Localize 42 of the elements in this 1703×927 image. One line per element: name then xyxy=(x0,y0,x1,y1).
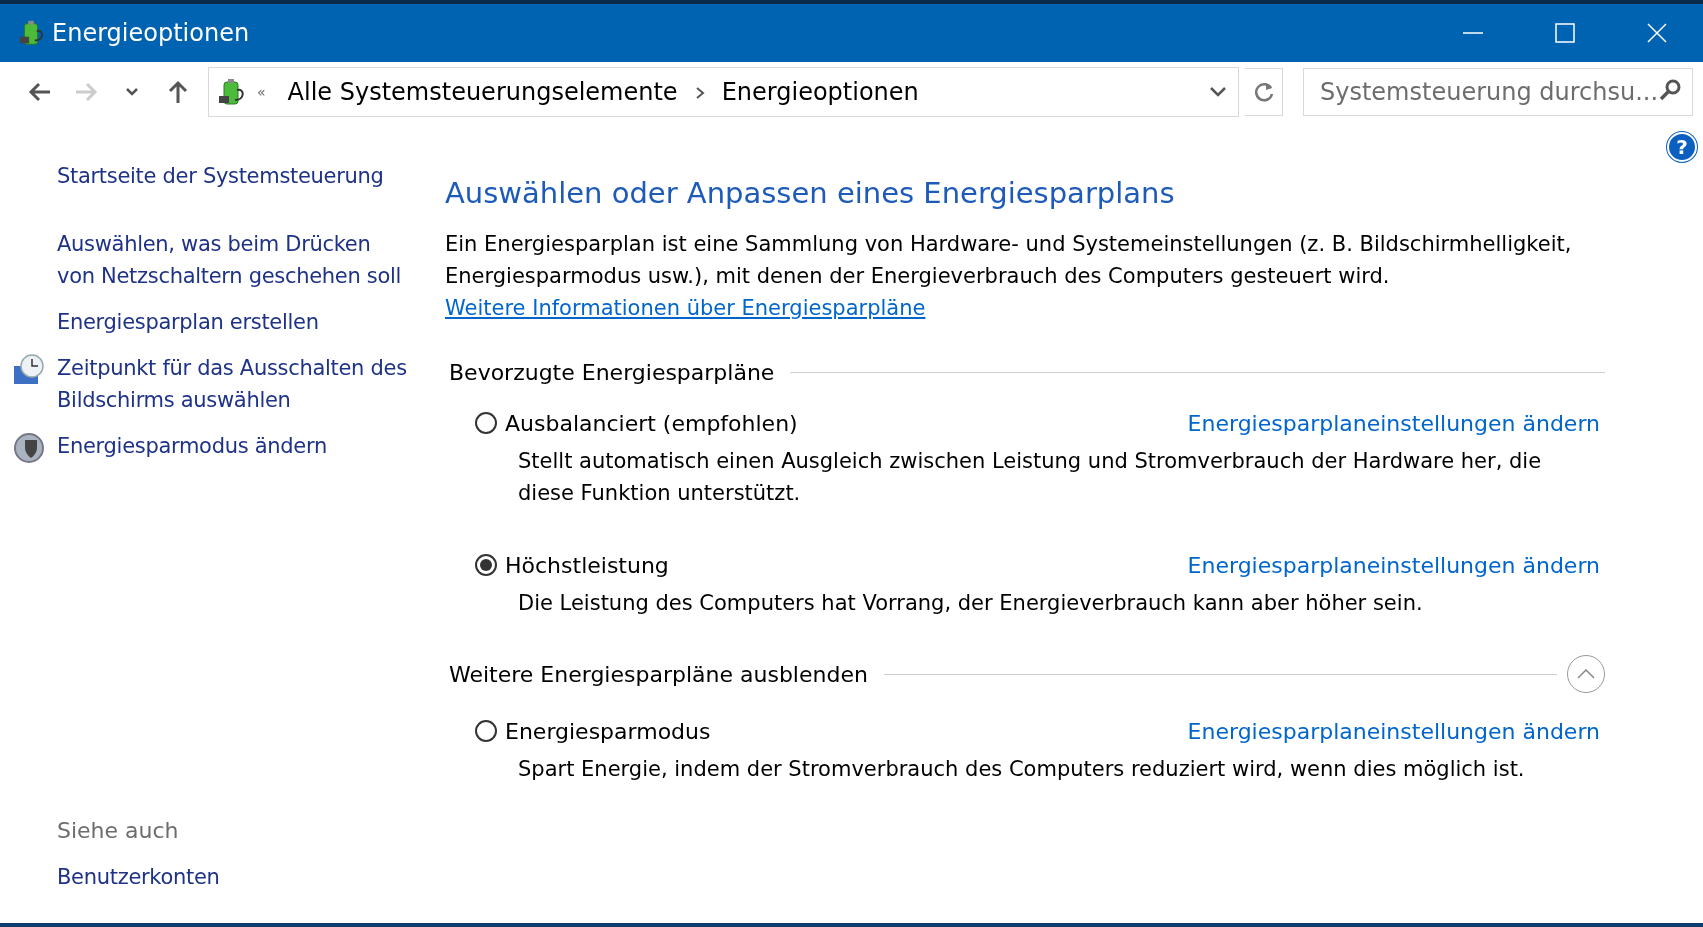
radio-button[interactable] xyxy=(475,554,497,576)
maximize-icon[interactable] xyxy=(1554,22,1576,44)
plan-description: Die Leistung des Computers hat Vorrang, der Energieverbrauch kann aber höher sein. xyxy=(517,590,1424,617)
radio-button[interactable] xyxy=(475,412,497,434)
collapse-button[interactable] xyxy=(1567,655,1605,693)
sidebar-link[interactable]: Zeitpunkt für das Ausschalten des Bildschirms auswählen xyxy=(57,352,407,416)
caret-icon[interactable] xyxy=(1209,86,1227,98)
help-button[interactable]: ? xyxy=(1667,132,1697,162)
breadcrumb[interactable]: Energieoptionen xyxy=(715,78,925,106)
sidebar-link[interactable]: Energiesparmodus ändern xyxy=(57,430,407,462)
refresh-button[interactable] xyxy=(1245,68,1283,116)
sidebar-link[interactable]: Auswählen, was beim Drücken von Netzschaltern geschehen soll xyxy=(57,228,407,292)
plan-name: Höchstleistung xyxy=(505,552,670,578)
shield-icon xyxy=(12,432,45,464)
sidebar-link[interactable]: Startseite der Systemsteuerung xyxy=(57,160,407,192)
group-title: Weitere Energiesparpläne ausblenden xyxy=(448,661,868,687)
close-icon[interactable] xyxy=(1646,22,1668,44)
chevron-up-icon[interactable] xyxy=(1577,669,1595,679)
plan-name: Ausbalanciert (empfohlen) xyxy=(505,410,799,436)
plan-description: Spart Energie, indem der Stromverbrauch des Computers reduziert wird, wenn dies möglich ist. xyxy=(517,756,1526,783)
intro-paragraph: Ein Energiesparplan ist eine Sammlung von Hardware- und Systemeinstellungen (z. B. Bildschirmhelligkeit, Energiesparmodus usw.), mit denen der Energieverbrauch des Computers gesteuert wird. Weitere Informationen über Energiesparpläne xyxy=(445,231,1573,322)
search-field[interactable]: Systemsteuerung durchsu... xyxy=(1303,68,1693,116)
page-heading: Auswählen oder Anpassen eines Energiesparplans xyxy=(445,176,1176,210)
radio-button[interactable] xyxy=(475,720,497,742)
overflow-chevron[interactable]: « xyxy=(257,84,266,100)
breadcrumb[interactable]: Alle Systemsteuerungselemente xyxy=(281,78,684,106)
more-info-link[interactable]: Weitere Informationen über Energiesparpläne xyxy=(445,296,926,320)
clock-icon xyxy=(12,354,45,386)
window-title: Energieoptionen xyxy=(52,19,251,47)
group-title: Bevorzugte Energiesparpläne xyxy=(448,360,775,385)
back-arrow-icon[interactable] xyxy=(28,82,52,102)
address-bar[interactable]: « Alle Systemsteuerungselemente Energieoptionen xyxy=(208,67,1239,117)
plan-description: Stellt automatisch einen Ausgleich zwischen Leistung und Stromverbrauch der Hardware her, die diese Funktion unterstützt. xyxy=(517,448,1543,507)
plan-settings-link[interactable]: Energiesparplaneinstellungen ändern xyxy=(1187,552,1600,578)
section-heading: Siehe auch xyxy=(57,818,180,843)
sidebar-link[interactable]: Energiesparplan erstellen xyxy=(57,306,407,338)
sidebar-link[interactable]: Benutzerkonten xyxy=(57,865,220,889)
up-arrow-icon[interactable] xyxy=(168,80,188,104)
plan-name: Energiesparmodus xyxy=(505,718,712,744)
caret-icon[interactable] xyxy=(125,87,139,97)
plan-settings-link[interactable]: Energiesparplaneinstellungen ändern xyxy=(1187,718,1600,744)
plan-settings-link[interactable]: Energiesparplaneinstellungen ändern xyxy=(1187,410,1600,436)
